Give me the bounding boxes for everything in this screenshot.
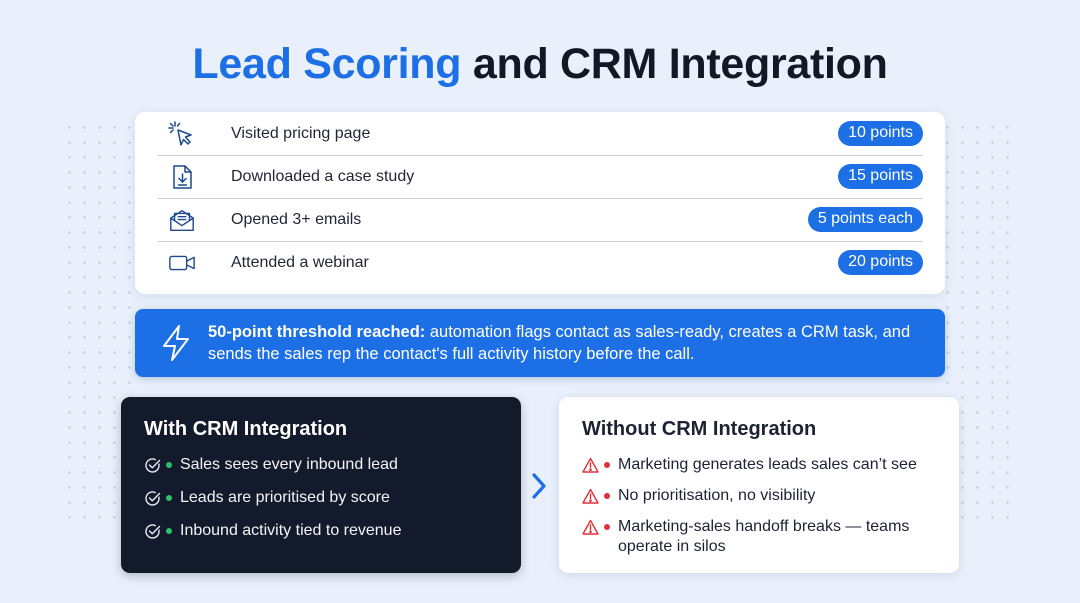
scoring-row-pricing: Visited pricing page 10 points — [158, 112, 923, 156]
check-circle-icon — [145, 491, 161, 506]
with-crm-panel: With CRM Integration Sales sees every in… — [121, 397, 521, 573]
with-crm-item: Inbound activity tied to revenue — [180, 522, 402, 539]
points-badge: 5 points each — [807, 207, 923, 232]
list-item: No prioritisation, no visibility — [582, 486, 947, 506]
without-crm-item: Marketing generates leads sales can’t se… — [618, 456, 917, 473]
scoring-label: Downloaded a case study — [231, 167, 415, 185]
chevron-right-icon — [532, 473, 546, 499]
scoring-label: Visited pricing page — [231, 124, 371, 142]
title-rest: and CRM Integration — [472, 40, 888, 88]
scoring-row-case-study: Downloaded a case study 15 points — [158, 155, 923, 199]
threshold-text: 50-point threshold reached: automation f… — [208, 321, 928, 365]
without-crm-item: Marketing-sales handoff breaks — teams o… — [618, 518, 910, 555]
list-item: Marketing generates leads sales can’t se… — [582, 455, 947, 475]
warning-triangle-icon — [582, 519, 599, 535]
scoring-label: Attended a webinar — [231, 253, 369, 271]
threshold-heading: 50-point threshold reached: — [208, 323, 426, 341]
green-bullet — [166, 495, 172, 501]
warning-triangle-icon — [582, 457, 599, 473]
list-item: Inbound activity tied to revenue — [144, 521, 509, 554]
page-title: Lead Scoring and CRM Integration — [0, 40, 1080, 89]
threshold-banner: 50-point threshold reached: automation f… — [135, 309, 945, 377]
green-bullet — [166, 528, 172, 534]
scoring-card: Visited pricing page 10 points Downloade… — [135, 112, 945, 294]
scoring-row-emails: Opened 3+ emails 5 points each — [158, 198, 923, 242]
check-circle-icon — [145, 524, 161, 539]
without-crm-item: No prioritisation, no visibility — [618, 487, 816, 504]
with-crm-list: Sales sees every inbound lead Leads are … — [144, 455, 509, 554]
lightning-bolt-icon — [159, 324, 193, 362]
open-envelope-icon — [168, 206, 196, 234]
list-item: Sales sees every inbound lead — [144, 455, 509, 488]
without-crm-list: Marketing generates leads sales can’t se… — [582, 455, 947, 568]
with-crm-item: Leads are prioritised by score — [180, 489, 390, 506]
red-bullet — [604, 462, 610, 468]
title-accent: Lead Scoring — [192, 40, 462, 88]
red-bullet — [604, 493, 610, 499]
list-item: Marketing-sales handoff breaks — teams o… — [582, 517, 947, 557]
list-item: Leads are prioritised by score — [144, 488, 509, 521]
points-badge: 20 points — [838, 250, 923, 275]
without-crm-panel: Without CRM Integration Marketing genera… — [559, 397, 959, 573]
points-badge: 15 points — [838, 164, 923, 189]
with-crm-item: Sales sees every inbound lead — [180, 456, 398, 473]
red-bullet — [604, 524, 610, 530]
without-crm-title: Without CRM Integration — [582, 418, 817, 440]
scoring-row-webinar: Attended a webinar 20 points — [158, 241, 923, 284]
cursor-click-icon — [168, 120, 196, 148]
warning-triangle-icon — [582, 488, 599, 504]
download-document-icon — [168, 163, 196, 191]
video-camera-icon — [168, 249, 196, 277]
green-bullet — [166, 462, 172, 468]
check-circle-icon — [145, 458, 161, 473]
scoring-label: Opened 3+ emails — [231, 210, 362, 228]
with-crm-title: With CRM Integration — [144, 418, 348, 440]
points-badge: 10 points — [838, 121, 923, 146]
